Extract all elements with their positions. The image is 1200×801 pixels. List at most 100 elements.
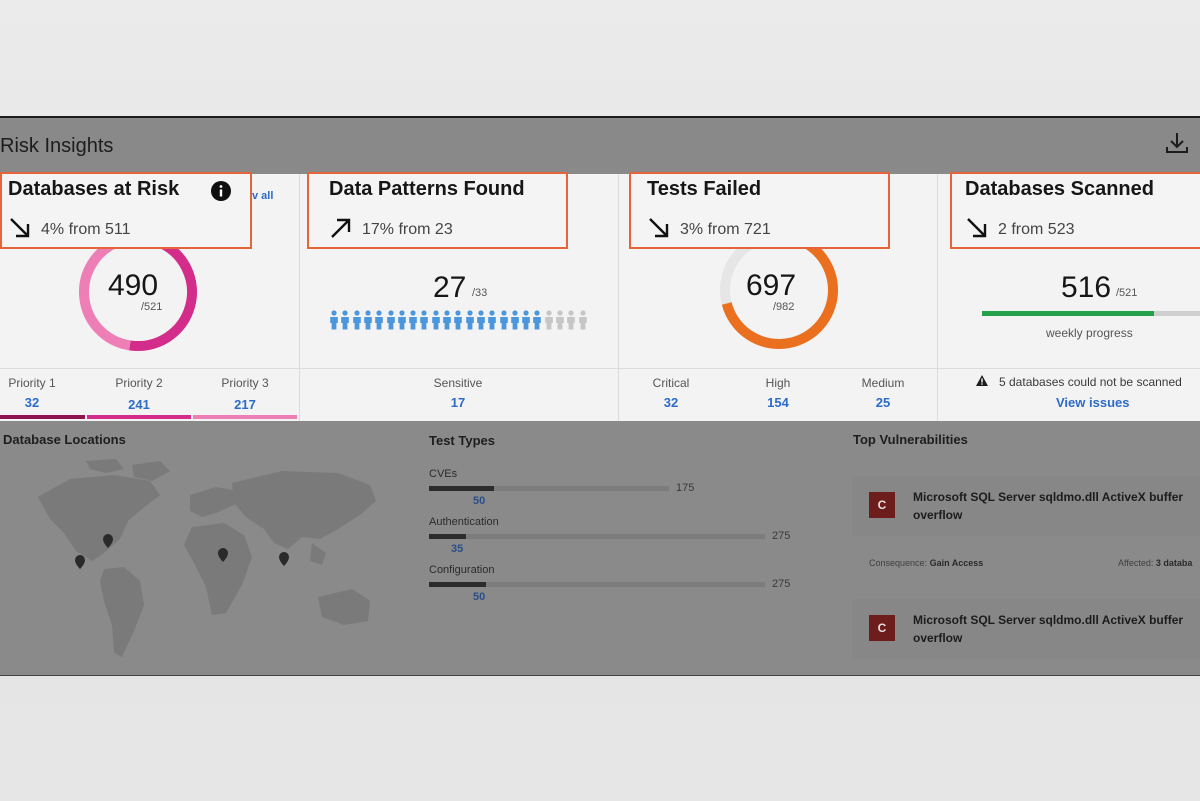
affected-meta: Affected: 3 databa	[1118, 558, 1192, 568]
affected-value: 3 databa	[1155, 558, 1193, 568]
test-type-count: 50	[473, 495, 486, 507]
test-type-count: 50	[473, 591, 486, 603]
arrow-down-right-icon	[10, 218, 30, 238]
person-icon	[578, 310, 587, 330]
arrow-down-right-icon	[649, 218, 669, 238]
priority-2-value: 241	[128, 397, 150, 412]
medium-label: Medium	[861, 376, 905, 390]
critical-label: Critical	[652, 376, 690, 390]
tests-failed-trend: 3% from 721	[680, 221, 771, 238]
person-icon	[522, 310, 530, 330]
databases-at-risk-value: 490	[108, 269, 159, 302]
arrow-up-right-icon	[331, 218, 351, 238]
consequence-label: Consequence:	[869, 558, 928, 568]
stats-divider	[0, 368, 1200, 369]
download-icon[interactable]	[1164, 130, 1190, 156]
person-icon	[533, 310, 542, 330]
view-all-link[interactable]: v all	[252, 190, 273, 202]
critical-badge: C	[869, 615, 895, 641]
person-icon	[352, 310, 361, 330]
test-type-total: 175	[676, 482, 695, 494]
consequence-meta: Consequence: Gain Access	[869, 558, 983, 568]
priority-1-value: 32	[24, 395, 40, 410]
vulnerability-card[interactable]: C Microsoft SQL Server sqldmo.dll Active…	[852, 476, 1200, 536]
test-type-bar-fill	[429, 582, 487, 587]
tests-failed-highlight: Tests Failed 3% from 721	[629, 172, 890, 249]
tests-failed-title: Tests Failed	[647, 178, 762, 200]
databases-scanned-title: Databases Scanned	[965, 178, 1154, 200]
databases-at-risk-total: /521	[141, 301, 163, 313]
warning-icon	[976, 375, 988, 386]
database-locations-title: Database Locations	[3, 432, 126, 447]
test-type-total: 275	[772, 530, 791, 542]
critical-value: 32	[663, 395, 679, 410]
priority-3-value: 217	[234, 397, 256, 412]
scan-warning-text: 5 databases could not be scanned	[999, 375, 1182, 389]
person-icon	[454, 310, 463, 330]
sensitive-label: Sensitive	[433, 376, 483, 390]
consequence-value: Gain Access	[929, 558, 984, 568]
person-icon	[510, 310, 519, 330]
info-icon[interactable]	[210, 180, 232, 202]
person-icon	[420, 310, 429, 330]
data-patterns-value: 27	[433, 271, 467, 304]
databases-at-risk-highlight: Databases at Risk 4% from 511	[0, 172, 252, 249]
arrow-down-right-icon	[967, 218, 987, 238]
person-icon	[375, 310, 383, 330]
vulnerability-title: Microsoft SQL Server sqldmo.dll ActiveX …	[913, 490, 1184, 522]
databases-scanned-highlight: Databases Scanned 2 from 523	[950, 172, 1200, 249]
person-icon	[477, 310, 485, 330]
sensitive-value: 17	[450, 395, 466, 410]
person-icon	[465, 310, 474, 330]
person-icon	[397, 310, 406, 330]
person-icon	[544, 310, 553, 330]
test-type-total: 275	[772, 578, 791, 590]
weekly-progress-bar	[982, 311, 1200, 316]
person-icon	[409, 310, 417, 330]
priority-2-bar	[87, 415, 191, 419]
page-header: Risk Insights	[0, 118, 1200, 174]
test-type-bar	[429, 582, 765, 587]
priority-2-label: Priority 2	[115, 376, 163, 390]
card-divider	[937, 174, 938, 421]
person-icon	[488, 310, 496, 330]
details-section: Database Locations Test Types CVEs 175 5…	[0, 421, 1200, 675]
world-map[interactable]	[20, 457, 400, 672]
vulnerability-card[interactable]: C Microsoft SQL Server sqldmo.dll Active…	[852, 599, 1200, 659]
databases-scanned-total: /521	[1116, 287, 1138, 299]
vulnerability-title: Microsoft SQL Server sqldmo.dll ActiveX …	[913, 613, 1184, 645]
priority-3-bar	[193, 415, 297, 419]
person-icon	[443, 310, 451, 330]
view-issues-link[interactable]: View issues	[1056, 395, 1129, 410]
data-patterns-trend: 17% from 23	[362, 221, 453, 238]
people-icon-row	[329, 310, 599, 334]
databases-at-risk-trend: 4% from 511	[41, 221, 131, 238]
high-label: High	[765, 376, 791, 390]
summary-cards: v all 490 /521 Priority 1 32 Priority 2 …	[0, 172, 1200, 421]
test-type-bar	[429, 486, 669, 491]
test-type-bar-fill	[429, 486, 494, 491]
weekly-progress-label: weekly progress	[1046, 326, 1133, 340]
critical-badge: C	[869, 492, 895, 518]
test-type-label: CVEs	[429, 468, 458, 480]
data-patterns-total: /33	[472, 287, 488, 299]
tests-failed-value: 697	[746, 269, 797, 302]
top-vulnerabilities-title: Top Vulnerabilities	[853, 432, 968, 447]
person-icon	[341, 310, 350, 330]
card-divider	[299, 174, 300, 421]
test-type-label: Configuration	[429, 564, 495, 576]
medium-value: 25	[875, 395, 891, 410]
databases-at-risk-title: Databases at Risk	[8, 178, 180, 200]
page-title: Risk Insights	[0, 135, 114, 157]
data-patterns-highlight: Data Patterns Found 17% from 23	[307, 172, 568, 249]
high-value: 154	[767, 395, 789, 410]
databases-scanned-value: 516	[1061, 271, 1112, 304]
person-icon	[386, 310, 395, 330]
person-icon	[364, 310, 372, 330]
priority-1-bar	[0, 415, 85, 419]
test-type-bar-fill	[429, 534, 466, 539]
person-icon	[330, 310, 338, 330]
affected-label: Affected:	[1118, 558, 1154, 568]
test-type-label: Authentication	[429, 516, 499, 528]
test-type-count: 35	[451, 543, 464, 555]
